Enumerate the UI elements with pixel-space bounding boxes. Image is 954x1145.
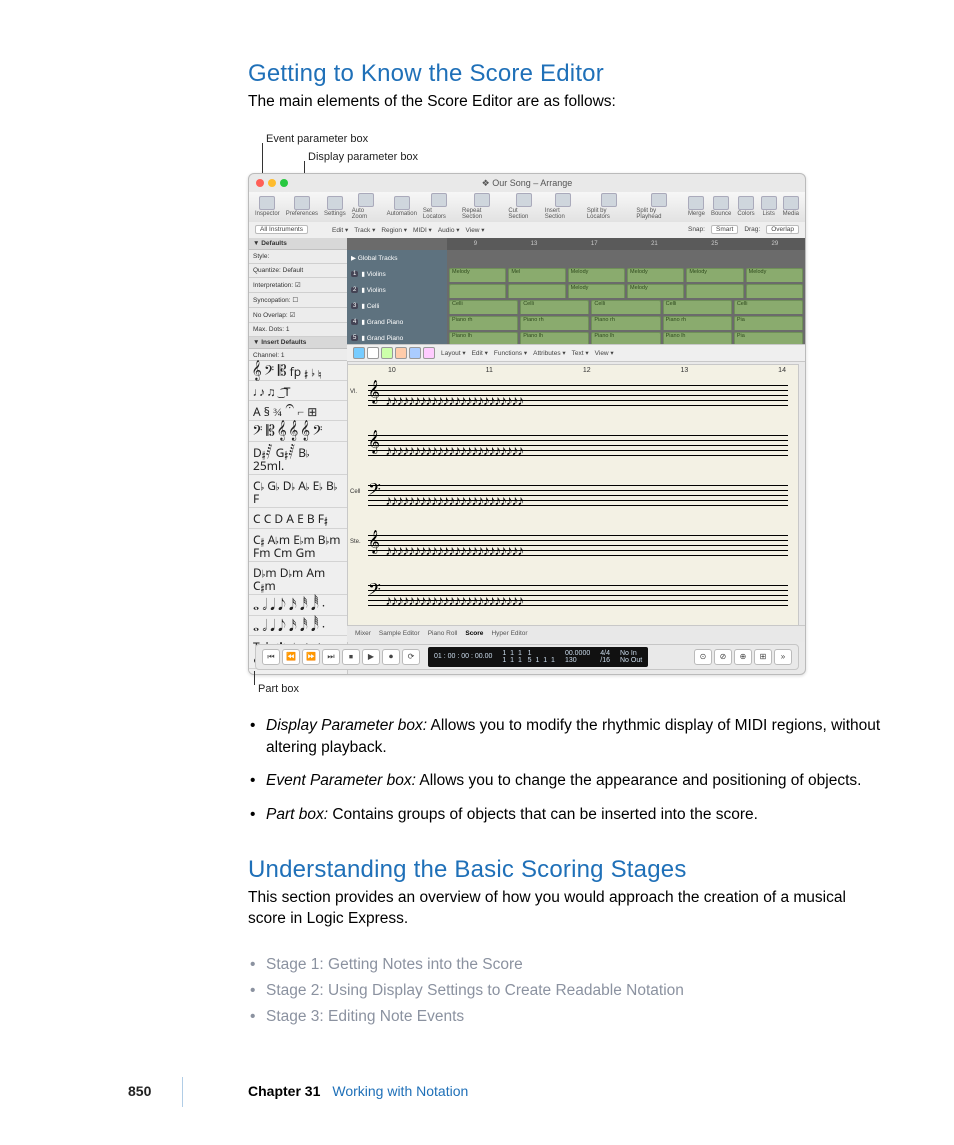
- stage-link[interactable]: Stage 2: Using Display Settings to Creat…: [248, 978, 888, 1004]
- toolbar-auto-zoom: Auto Zoom: [352, 193, 381, 220]
- stage-link[interactable]: Stage 1: Getting Notes into the Score: [248, 952, 888, 978]
- definition-list: Display Parameter box: Allows you to mod…: [248, 715, 888, 826]
- toolbar-settings: Settings: [324, 196, 346, 217]
- toolbar-insert-section: Insert Section: [545, 193, 581, 220]
- track-filter: All Instruments: [255, 225, 308, 234]
- toolbar: Inspector Preferences Settings Auto Zoom Aut…: [249, 192, 805, 223]
- arrange-area: 91317212529 ▶ Global Tracks 1 ▮ ViolinsM…: [347, 238, 805, 344]
- stage-links: Stage 1: Getting Notes into the ScoreSta…: [248, 952, 888, 1031]
- toolbar-automation: Automation: [387, 196, 417, 217]
- part-box: 𝄞 𝄢 𝄡 fp ♯ ♭ ♮♩ ♪ ♫ ͜ ͡ TA § ¾ 𝄐 ⌐ ⊞𝄢 𝄡 …: [249, 360, 347, 674]
- transport-bar: ⏮⏪⏩⏭⏹▶⏺⟳ 01 : 00 : 00 : 00.00 1 1 1 1 1 …: [255, 644, 799, 670]
- intro-1: The main elements of the Score Editor ar…: [248, 92, 888, 113]
- score-toolbar: Layout ▾Edit ▾Functions ▾Attributes ▾Tex…: [347, 344, 805, 362]
- toolbar-media: Media: [783, 196, 799, 217]
- callout-event: Event parameter box: [266, 133, 368, 145]
- intro-2: This section provides an overview of how…: [248, 888, 888, 930]
- toolbar-bounce: Bounce: [711, 196, 731, 217]
- window-title: ❖ Our Song – Arrange: [249, 178, 805, 189]
- toolbar-colors: Colors: [737, 196, 754, 217]
- toolbar-set-locators: Set Locators: [423, 193, 456, 220]
- toolbar-split-by-locators: Split by Locators: [587, 193, 631, 220]
- stage-link[interactable]: Stage 3: Editing Note Events: [248, 1004, 888, 1030]
- defaults-header: ▼ Defaults: [249, 238, 347, 250]
- toolbar-lists: Lists: [761, 196, 777, 217]
- toolbar-inspector: Inspector: [255, 196, 280, 217]
- definition-item: Part box: Contains groups of objects tha…: [248, 804, 888, 826]
- score-editor-screenshot: ❖ Our Song – Arrange Inspector Preference…: [248, 173, 806, 675]
- score-view: 1011121314𝄞♪♪♪♪♪♪♪♪♪♪♪♪♪♪♪♪♪♪♪♪♪♪♪♪Vl.𝄞♪…: [347, 364, 799, 626]
- definition-item: Display Parameter box: Allows you to mod…: [248, 715, 888, 758]
- toolbar-split-by-playhead: Split by Playhead: [636, 193, 682, 220]
- callouts-top: Event parameter box Display parameter bo…: [248, 135, 888, 173]
- callouts-bottom: Part box: [248, 675, 888, 697]
- chapter-label: Chapter 31Working with Notation: [248, 1083, 468, 1099]
- page-number: 850: [128, 1083, 151, 1099]
- callout-display: Display parameter box: [308, 151, 418, 163]
- toolbar-merge: Merge: [688, 196, 705, 217]
- heading-scoring-stages: Understanding the Basic Scoring Stages: [248, 856, 888, 884]
- page-footer: 850 Chapter 31Working with Notation: [0, 1083, 954, 1113]
- callout-part: Part box: [258, 683, 299, 695]
- definition-item: Event Parameter box: Allows you to chang…: [248, 770, 888, 792]
- toolbar-repeat-section: Repeat Section: [462, 193, 502, 220]
- insert-defaults-header: ▼ Insert Defaults: [249, 337, 347, 349]
- toolbar-cut-section: Cut Section: [508, 193, 538, 220]
- toolbar-preferences: Preferences: [286, 196, 318, 217]
- arrange-menubar: All Instruments Edit ▾Track ▾Region ▾MID…: [249, 222, 805, 239]
- editor-tabs: MixerSample EditorPiano RollScoreHyper E…: [347, 625, 805, 642]
- heading-score-editor: Getting to Know the Score Editor: [248, 60, 888, 88]
- lcd-display: 01 : 00 : 00 : 00.00 1 1 1 1 1 1 1 5 1 1…: [428, 647, 648, 667]
